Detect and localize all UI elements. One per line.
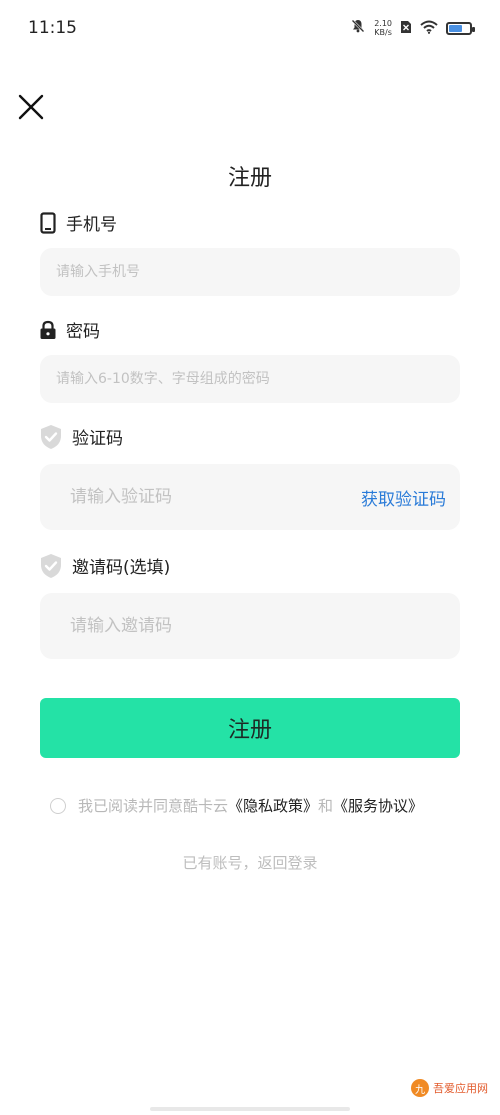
phone-icon (38, 211, 58, 234)
battery-fill (449, 24, 463, 32)
password-label: 密码 (66, 322, 100, 342)
network-speed-unit: KB/s (374, 28, 392, 37)
shield-check-icon (38, 424, 64, 449)
invite-label: 邀请码(选填) (72, 558, 171, 578)
watermark: 九 吾爱应用网 (411, 1079, 488, 1097)
watermark-badge: 九 (411, 1079, 429, 1097)
status-time: 11:15 (28, 18, 77, 38)
network-speed: 2.10 KB/s (374, 19, 392, 37)
phone-label-row: 手机号 (38, 210, 117, 235)
lock-icon (38, 319, 58, 341)
phone-input[interactable] (54, 263, 446, 281)
mute-bell-icon (350, 18, 366, 38)
invite-label-row: 邀请码(选填) (38, 553, 170, 578)
invite-input-box (40, 593, 460, 659)
agreement-prefix: 我已阅读并同意酷卡云 (78, 797, 229, 815)
invite-input[interactable] (68, 615, 446, 637)
home-indicator[interactable] (150, 1107, 350, 1111)
verification-input-box: 获取验证码 (40, 464, 460, 530)
get-code-button[interactable]: 获取验证码 (361, 485, 446, 510)
verification-label-row: 验证码 (38, 424, 123, 449)
agreement-row: 我已阅读并同意酷卡云 《隐私政策》 和 《服务协议》 (50, 795, 423, 816)
page-title: 注册 (227, 166, 272, 191)
agreement-joiner: 和 (318, 797, 334, 815)
service-agreement-link[interactable]: 《服务协议》 (333, 795, 423, 816)
sim-icon (400, 19, 412, 38)
close-icon (18, 94, 44, 120)
verification-label: 验证码 (72, 429, 123, 449)
shield-check-icon (38, 553, 64, 578)
agreement-radio[interactable] (50, 797, 66, 814)
network-speed-value: 2.10 (374, 19, 392, 28)
back-to-login-link[interactable]: 已有账号，返回登录 (0, 852, 500, 873)
password-label-row: 密码 (38, 317, 100, 342)
password-input-box (40, 355, 460, 403)
battery-icon (446, 21, 475, 35)
phone-input-box (40, 248, 460, 296)
watermark-text: 吾爱应用网 (433, 1082, 488, 1095)
password-input[interactable] (54, 370, 446, 388)
status-icons: 2.10 KB/s (350, 18, 475, 38)
close-button[interactable] (14, 90, 48, 124)
wifi-icon (420, 19, 438, 38)
register-button[interactable]: 注册 (40, 698, 460, 758)
verification-input[interactable] (68, 486, 361, 508)
privacy-policy-link[interactable]: 《隐私政策》 (228, 795, 318, 816)
phone-label: 手机号 (66, 215, 117, 235)
status-bar: 11:15 2.10 KB/s (0, 0, 500, 60)
